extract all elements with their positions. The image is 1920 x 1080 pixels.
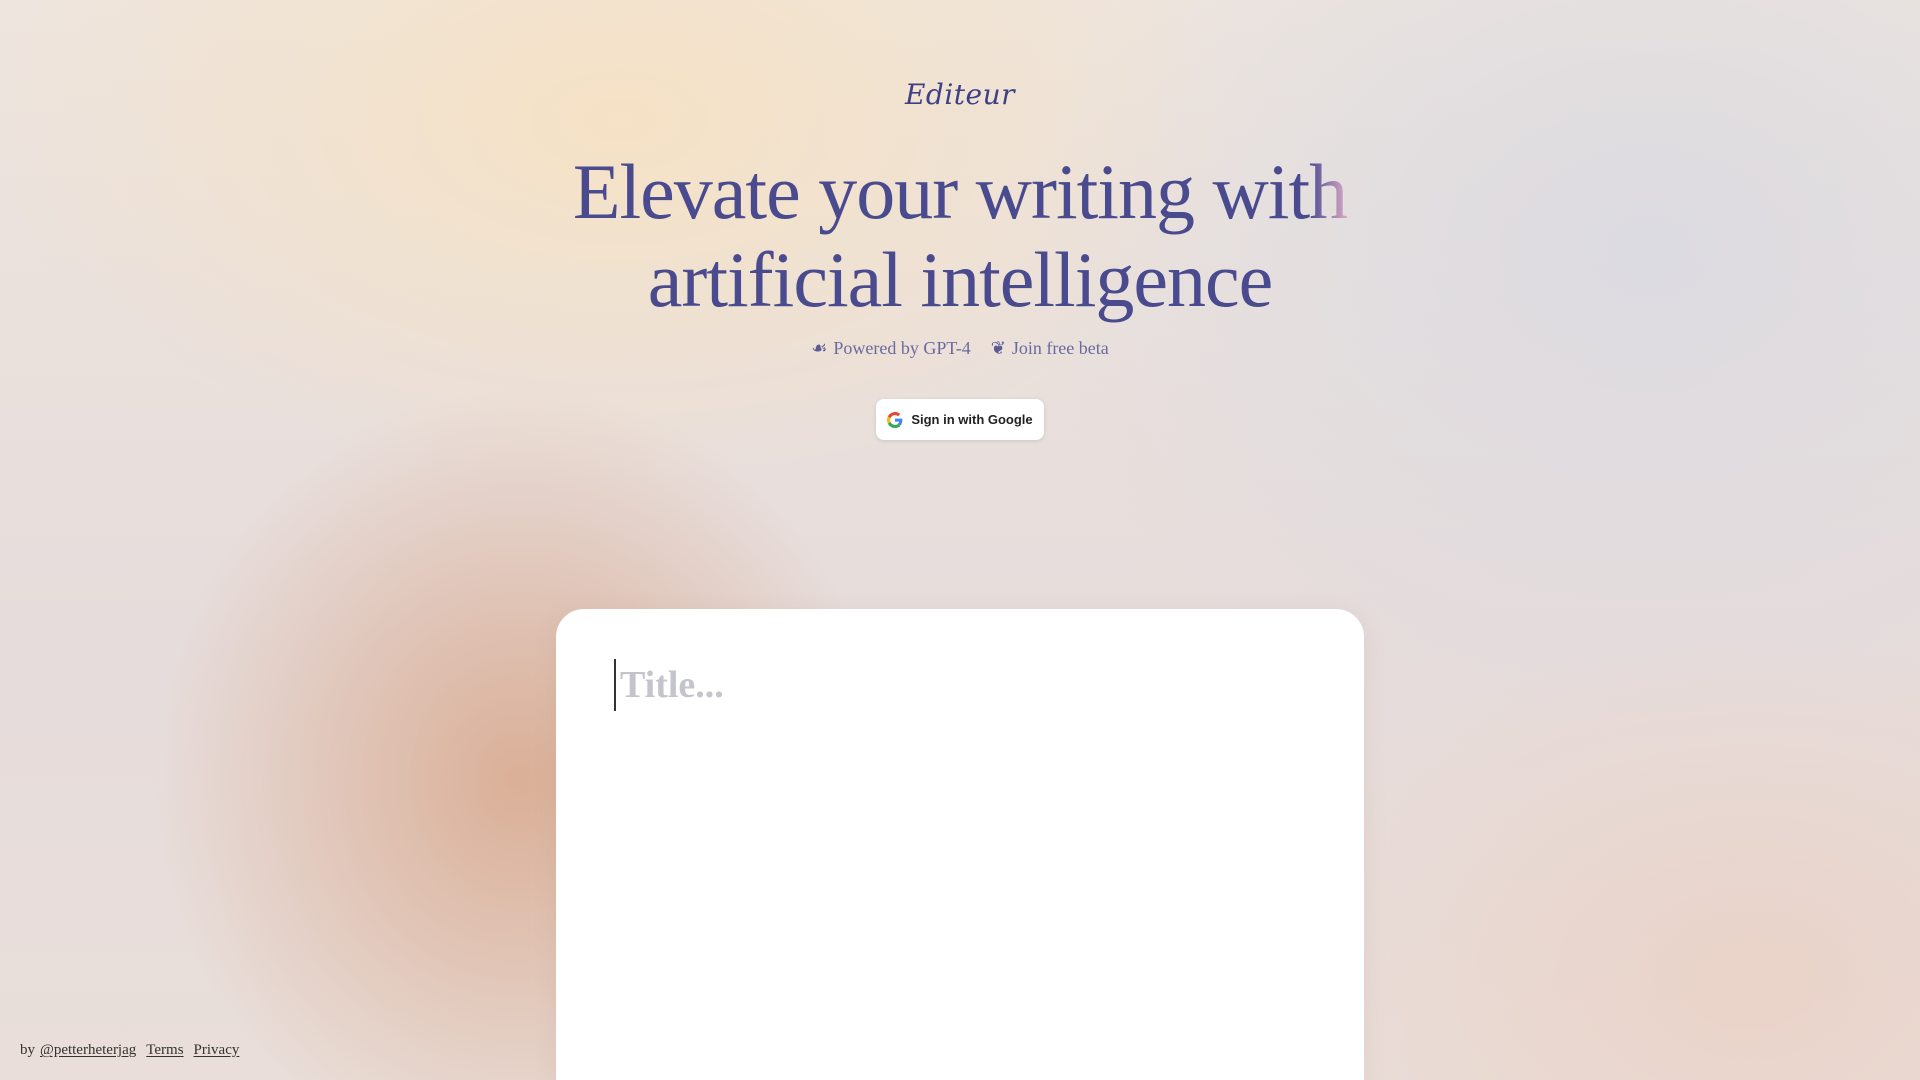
- headline-line2: artificial intelligence: [647, 236, 1273, 323]
- terms-link[interactable]: Terms: [146, 1042, 183, 1059]
- flourish-icon: ❦: [990, 338, 1006, 358]
- headline-line1: Elevate your writing with: [572, 148, 1348, 235]
- sign-in-with-google-button[interactable]: Sign in with Google: [876, 399, 1044, 440]
- join-beta-link[interactable]: ❦ Join free beta: [991, 338, 1109, 359]
- feature-label: Powered by GPT-4: [833, 338, 971, 358]
- editor-card: [556, 609, 1364, 1080]
- footer-by-text: by: [20, 1042, 35, 1058]
- title-input[interactable]: [614, 659, 1300, 711]
- footer: by @petterheterjag Terms Privacy: [20, 1042, 239, 1059]
- feature-label: Join free beta: [1011, 338, 1109, 358]
- privacy-link[interactable]: Privacy: [194, 1042, 240, 1059]
- google-icon: [887, 411, 903, 428]
- author-link[interactable]: @petterheterjag: [40, 1042, 136, 1059]
- feature-list: ☙ Powered by GPT-4 ❦ Join free beta: [0, 338, 1920, 359]
- headline-fade-text: h: [1309, 148, 1348, 235]
- sign-in-label: Sign in with Google: [911, 412, 1033, 427]
- brand-logo[interactable]: Editeur: [0, 78, 1920, 111]
- leaf-icon: ☙: [811, 338, 828, 358]
- feature-powered-by: ☙ Powered by GPT-4: [811, 338, 970, 359]
- hero-headline: Elevate your writing with artificial int…: [0, 148, 1920, 324]
